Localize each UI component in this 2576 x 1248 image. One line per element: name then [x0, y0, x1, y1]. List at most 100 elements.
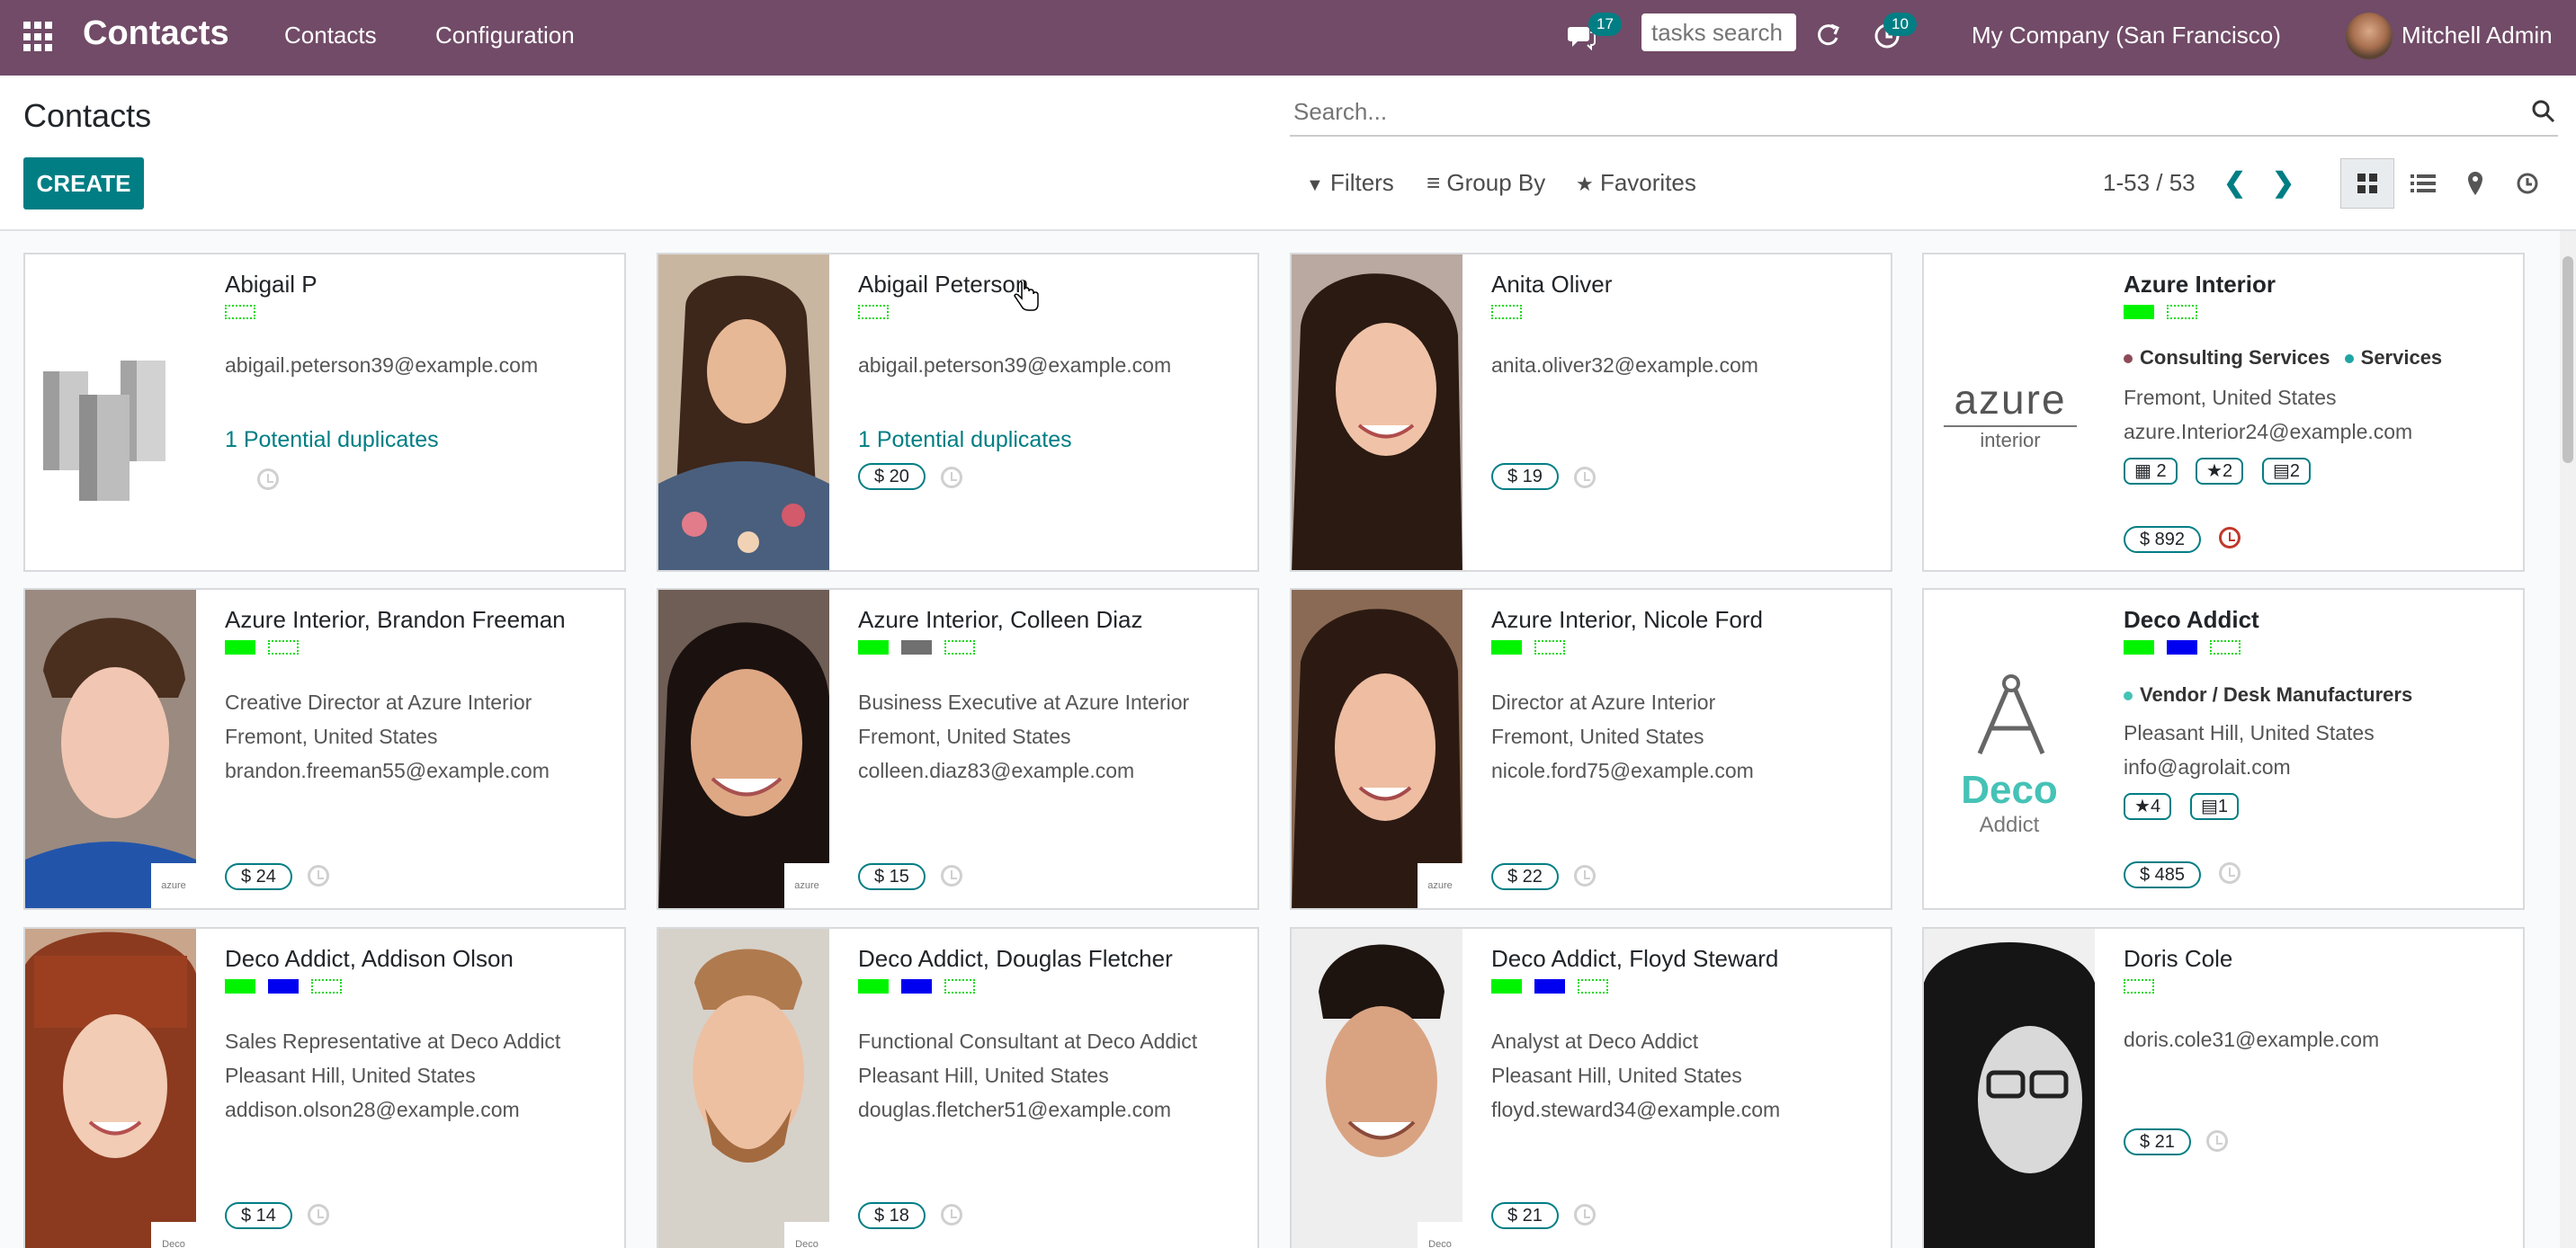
tag — [268, 979, 299, 994]
contact-card[interactable]: azure Azure Interior, Colleen Diaz Busin… — [657, 588, 1259, 910]
tag — [1578, 979, 1608, 994]
opportunities-button[interactable]: ★4 — [2124, 793, 2172, 820]
contact-name: Doris Cole — [2124, 945, 2233, 972]
contact-card[interactable]: azure interior Azure Interior Consulting… — [1922, 253, 2525, 572]
amount-badge[interactable]: $ 485 — [2124, 861, 2202, 888]
category-vendor: Vendor / Desk Manufacturers — [2140, 683, 2413, 706]
pager-next-icon[interactable]: ❯ — [2272, 167, 2294, 199]
amount-badge[interactable]: $ 19 — [1491, 463, 1559, 490]
company-mini-logo: Deco — [1418, 1222, 1462, 1248]
category-consulting: Consulting Services — [2140, 346, 2330, 369]
kanban-view: Abigail P abigail.peterson39@example.com… — [0, 231, 2576, 1248]
activity-clock-icon[interactable] — [941, 467, 962, 488]
list-view-icon[interactable] — [2396, 158, 2450, 209]
invoices-button[interactable]: ▤1 — [2190, 793, 2240, 820]
tag — [2210, 640, 2241, 655]
amount-badge[interactable]: $ 892 — [2124, 526, 2202, 553]
activity-clock-icon[interactable] — [257, 468, 279, 490]
search-icon[interactable] — [2531, 99, 2558, 126]
kanban-view-icon[interactable] — [2340, 158, 2394, 209]
tag — [858, 640, 889, 655]
tasks-search-input[interactable] — [1641, 13, 1796, 51]
contact-card[interactable]: Deco Addict Deco Addict Vendor / Desk Ma… — [1922, 588, 2525, 910]
company-logo: Deco Addict — [1924, 590, 2095, 908]
invoices-button[interactable]: ▤2 — [2262, 458, 2312, 485]
tag — [1491, 640, 1522, 655]
tag — [858, 979, 889, 994]
contact-card[interactable]: Abigail P abigail.peterson39@example.com… — [23, 253, 626, 572]
tag — [2167, 640, 2197, 655]
activity-clock-icon[interactable] — [1574, 865, 1596, 887]
company-switcher[interactable]: My Company (San Francisco) — [1972, 22, 2281, 49]
menu-configuration[interactable]: Configuration — [435, 22, 575, 49]
contact-card[interactable]: Anita Oliver anita.oliver32@example.com … — [1290, 253, 1892, 572]
amount-badge[interactable]: $ 15 — [858, 863, 926, 890]
groupby-button[interactable]: ≡ Group By — [1427, 169, 1545, 197]
amount-badge[interactable]: $ 18 — [858, 1202, 926, 1229]
contact-card[interactable]: Doris Cole doris.cole31@example.com $ 21 — [1922, 927, 2525, 1248]
refresh-icon[interactable] — [1815, 22, 1842, 53]
favorites-button[interactable]: ★ Favorites — [1576, 169, 1696, 197]
pager-value[interactable]: 1-53 / 53 — [2103, 169, 2196, 197]
user-menu[interactable]: Mitchell Admin — [2402, 22, 2553, 49]
amount-badge[interactable]: $ 21 — [1491, 1202, 1559, 1229]
search-input[interactable] — [1290, 90, 2491, 133]
meetings-button[interactable]: ▦ 2 — [2124, 458, 2178, 485]
activity-clock-icon[interactable] — [2206, 1130, 2228, 1152]
tag — [1534, 640, 1565, 655]
company-logo-subtext: interior — [1980, 429, 2041, 451]
tag-list — [2124, 979, 2154, 994]
activity-clock-icon[interactable] — [941, 865, 962, 887]
contact-job-title: Analyst at Deco Addict — [1491, 1030, 1699, 1053]
filters-button[interactable]: ▼ Filters — [1306, 169, 1394, 197]
contact-location: Pleasant Hill, United States — [858, 1064, 1109, 1087]
create-button[interactable]: CREATE — [23, 157, 144, 209]
contact-email: colleen.diaz83@example.com — [858, 759, 1135, 782]
contact-card[interactable]: azure Azure Interior, Brandon Freeman Cr… — [23, 588, 626, 910]
contact-card[interactable]: azure Azure Interior, Nicole Ford Direct… — [1290, 588, 1892, 910]
tag — [2124, 640, 2154, 655]
activity-clock-icon[interactable] — [2219, 862, 2241, 884]
star-icon: ★ — [1576, 173, 1594, 195]
contact-photo: Deco — [1292, 929, 1462, 1248]
tag — [225, 305, 255, 319]
contact-card[interactable]: Deco Deco Addict, Addison Olson Sales Re… — [23, 927, 626, 1248]
map-view-icon[interactable] — [2448, 158, 2502, 209]
contact-job-title: Sales Representative at Deco Addict — [225, 1030, 561, 1053]
contact-name: Azure Interior, Brandon Freeman — [225, 606, 566, 633]
contact-job-title: Functional Consultant at Deco Addict — [858, 1030, 1198, 1053]
amount-badge[interactable]: $ 21 — [2124, 1128, 2191, 1155]
activity-clock-icon[interactable] — [1574, 467, 1596, 488]
tag — [1491, 979, 1522, 994]
activity-clock-icon[interactable] — [2219, 527, 2241, 548]
amount-badge[interactable]: $ 22 — [1491, 863, 1559, 890]
contact-card[interactable]: Deco Deco Addict, Floyd Steward Analyst … — [1290, 927, 1892, 1248]
groupby-label: Group By — [1446, 169, 1546, 196]
pager-previous-icon[interactable]: ❮ — [2223, 167, 2246, 199]
scrollbar-thumb[interactable] — [2563, 256, 2573, 463]
activity-clock-icon[interactable] — [308, 1204, 329, 1226]
app-brand[interactable]: Contacts — [83, 14, 229, 53]
contact-photo — [658, 254, 829, 570]
potential-duplicates-link[interactable]: 1 Potential duplicates — [858, 427, 1072, 453]
contact-location: Fremont, United States — [1491, 725, 1704, 748]
amount-badge[interactable]: $ 24 — [225, 863, 292, 890]
category-dot — [2124, 354, 2133, 364]
potential-duplicates-link[interactable]: 1 Potential duplicates — [225, 427, 439, 453]
activity-clock-icon[interactable] — [1574, 1204, 1596, 1226]
category-list: Consulting Services Services — [2124, 346, 2442, 370]
contact-card[interactable]: Abigail Peterson abigail.peterson39@exam… — [657, 253, 1259, 572]
category-list: Vendor / Desk Manufacturers — [2124, 683, 2412, 707]
amount-badge[interactable]: $ 14 — [225, 1202, 292, 1229]
apps-menu-icon[interactable] — [23, 22, 54, 52]
contact-name: Deco Addict, Addison Olson — [225, 945, 514, 972]
user-avatar[interactable] — [2346, 13, 2393, 59]
activity-view-icon[interactable] — [2500, 158, 2554, 209]
menu-contacts[interactable]: Contacts — [284, 22, 377, 49]
opportunities-button[interactable]: ★2 — [2196, 458, 2244, 485]
activity-clock-icon[interactable] — [308, 865, 329, 887]
company-mini-logo: Deco — [151, 1222, 196, 1248]
contact-card[interactable]: Deco Deco Addict, Douglas Fletcher Funct… — [657, 927, 1259, 1248]
amount-badge[interactable]: $ 20 — [858, 463, 926, 490]
activity-clock-icon[interactable] — [941, 1204, 962, 1226]
